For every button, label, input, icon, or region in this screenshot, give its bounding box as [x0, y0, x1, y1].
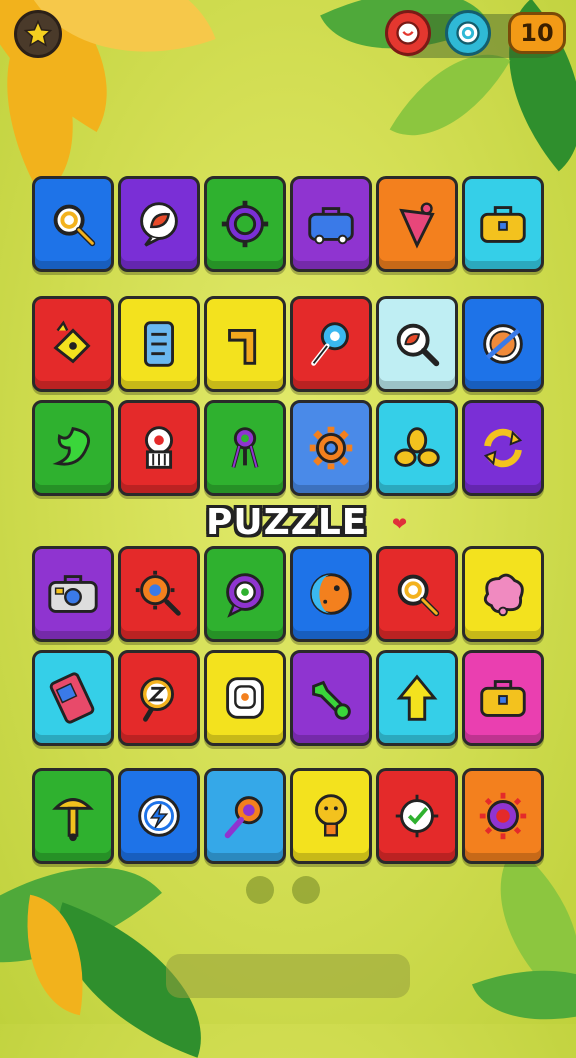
tile-moon-ball[interactable]	[290, 546, 372, 642]
tile-lightning-badge[interactable]	[118, 768, 200, 864]
magnifier-leaf-icon	[396, 323, 440, 367]
star-button[interactable]	[14, 10, 62, 58]
tile-sleep-magnifier[interactable]	[118, 650, 200, 746]
tile-phone[interactable]	[32, 650, 114, 746]
swirl-leaf-icon	[52, 427, 91, 466]
tile-magnifier[interactable]	[32, 176, 114, 272]
lightning-badge-icon	[138, 795, 180, 837]
tile-wrench[interactable]	[290, 650, 372, 746]
heart-icon: ❤	[392, 514, 408, 535]
tile-gear-magnifier[interactable]	[118, 546, 200, 642]
tile-bulb[interactable]	[290, 768, 372, 864]
tile-toolbox[interactable]	[290, 176, 372, 272]
tile-flower-magnifier[interactable]	[204, 768, 286, 864]
gear-ring-icon	[221, 200, 269, 248]
clock-badge-icon	[396, 21, 420, 45]
tile-target-chat[interactable]	[204, 546, 286, 642]
scroll-icon	[226, 677, 264, 719]
chat-leaf-icon	[140, 202, 178, 247]
wrench-icon	[312, 680, 351, 720]
sun-gear-icon	[479, 792, 527, 840]
tile-robot[interactable]	[118, 400, 200, 496]
tile-hammer[interactable]	[32, 768, 114, 864]
lollipop-icon	[311, 322, 349, 366]
document-icon	[144, 321, 174, 367]
tile-rocket-tag[interactable]	[32, 296, 114, 392]
hammer-icon	[52, 798, 94, 842]
suitcase-icon	[480, 680, 526, 717]
target-chat-icon	[226, 573, 264, 618]
tile-arrow-up[interactable]	[376, 650, 458, 746]
tile-lollipop[interactable]	[290, 296, 372, 392]
check-gear-icon	[395, 794, 439, 838]
toolbox-icon	[308, 207, 354, 245]
arrow-up-icon	[396, 674, 438, 721]
tile-magnifier-leaf[interactable]	[376, 296, 458, 392]
gear-icon	[309, 426, 353, 470]
bell-cone-icon	[399, 202, 435, 249]
sleep-magnifier-icon	[140, 677, 174, 722]
tile-gear-ring[interactable]	[204, 176, 286, 272]
bottom-tray	[166, 954, 410, 998]
tile-gear[interactable]	[290, 400, 372, 496]
petals-icon	[394, 427, 440, 467]
tile-check-gear[interactable]	[376, 768, 458, 864]
suitcase-icon	[480, 206, 526, 243]
pager-dot[interactable]	[246, 876, 274, 904]
radio-icon	[48, 575, 98, 613]
flower-magnifier-icon	[224, 796, 263, 839]
tile-document[interactable]	[118, 296, 200, 392]
tile-magnifier[interactable]	[376, 546, 458, 642]
phone-icon	[49, 672, 95, 724]
tile-medal[interactable]	[204, 400, 286, 496]
blob-icon	[483, 573, 524, 617]
puzzle-title: PUZZLE	[206, 502, 368, 543]
refresh-icon	[483, 428, 523, 468]
pipe-icon	[228, 329, 257, 365]
tile-petals[interactable]	[376, 400, 458, 496]
medal-icon	[231, 427, 259, 468]
tile-scroll[interactable]	[204, 650, 286, 746]
tile-bell-cone[interactable]	[376, 176, 458, 272]
move-counter: 10	[508, 12, 566, 54]
gear-magnifier-icon	[135, 570, 181, 616]
tile-suitcase[interactable]	[462, 176, 544, 272]
bulb-icon	[315, 794, 347, 837]
tile-planet[interactable]	[462, 296, 544, 392]
rocket-tag-icon	[53, 320, 91, 364]
tile-suitcase[interactable]	[462, 650, 544, 746]
compass-badge-icon	[456, 21, 480, 45]
robot-icon	[144, 426, 174, 469]
tile-swirl-leaf[interactable]	[32, 400, 114, 496]
magnifier-icon	[397, 574, 440, 617]
compass-badge-button[interactable]	[445, 10, 491, 56]
tile-chat-leaf[interactable]	[118, 176, 200, 272]
moon-ball-icon	[310, 573, 352, 615]
star-icon	[23, 19, 53, 47]
tile-radio[interactable]	[32, 546, 114, 642]
tile-refresh[interactable]	[462, 400, 544, 496]
planet-icon	[483, 324, 523, 364]
pager-dot[interactable]	[292, 876, 320, 904]
clock-badge-button[interactable]	[385, 10, 431, 56]
tile-blob[interactable]	[462, 546, 544, 642]
tile-sun-gear[interactable]	[462, 768, 544, 864]
magnifier-icon	[53, 204, 96, 247]
tile-pipe[interactable]	[204, 296, 286, 392]
